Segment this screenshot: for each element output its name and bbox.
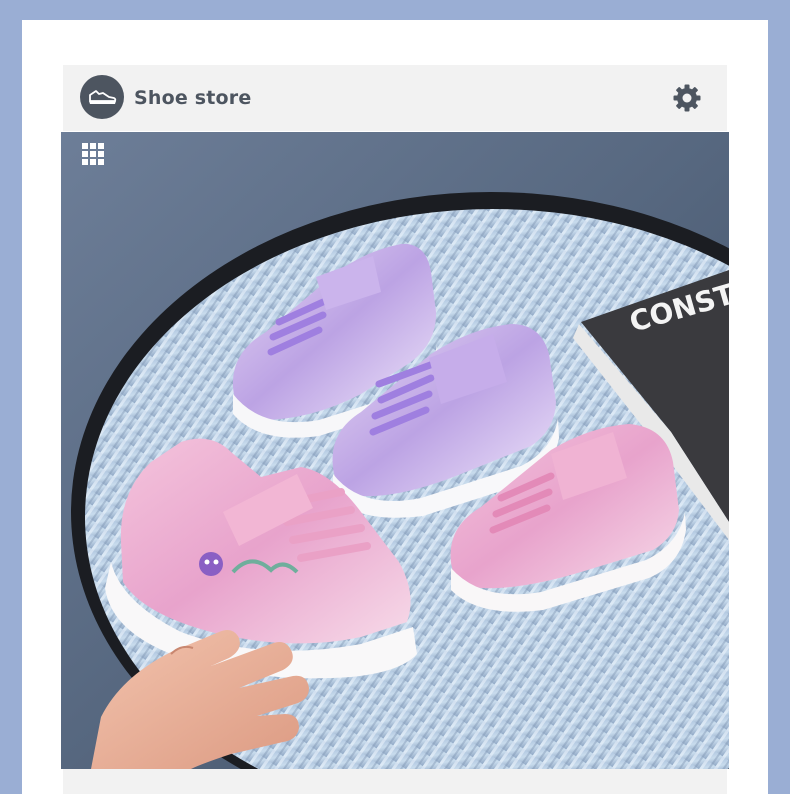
grid-view-button[interactable] [81,142,105,166]
settings-button[interactable] [671,82,703,114]
store-title: Shoe store [134,87,252,109]
caption-strip [63,769,727,794]
shoes-scene: CONST [61,132,729,769]
sneaker-icon [89,90,117,104]
gear-icon [673,84,701,112]
grid-icon [82,143,104,165]
app-card: Shoe store CONST [22,20,768,794]
store-logo[interactable] [80,75,124,119]
store-header: Shoe store [63,65,727,131]
product-photo[interactable]: CONST [61,132,729,769]
